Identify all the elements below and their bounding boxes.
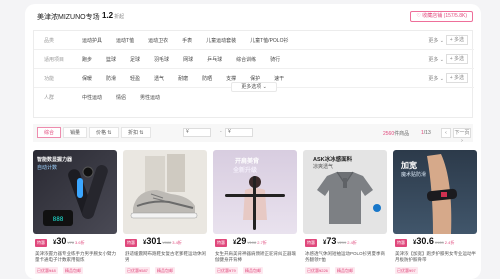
filter-option[interactable]: 骑行 <box>270 56 280 63</box>
shipping-badge: 精品包邮 <box>335 267 355 274</box>
filter-option[interactable]: 耐磨 <box>178 75 188 82</box>
filter-panel: 品类 运动护具 运动T恤 运动卫衣 手表 儿童运动套装 儿童T恤/POLO衫 更多 ⌄ +… <box>33 30 474 118</box>
savings-badge: 已优惠¥587 <box>125 267 150 274</box>
price-min-input[interactable]: ¥ <box>183 128 211 137</box>
more-button[interactable]: 更多 ⌄ <box>428 75 444 82</box>
sneaker-icon <box>130 154 198 219</box>
product-image[interactable]: 智能数显握力器 自动计数 888 <box>33 150 117 234</box>
product-title[interactable]: 舒适缓震网布跑鞋女复古老爹鞋运动休闲男 <box>125 251 207 263</box>
sort-price-button[interactable]: 价格 ⇅ <box>89 127 119 138</box>
product-card[interactable]: 开肩美背 全新升级 特惠 ¥29¥1082.7折 女生开肩美背神器肩颈矫正驼背纠… <box>213 150 297 279</box>
filter-option[interactable]: 运动卫衣 <box>148 37 168 44</box>
product-image[interactable]: 加宽 魔术贴防滑 <box>393 150 477 234</box>
posture-stick-icon <box>225 176 285 230</box>
filter-option[interactable]: 羽毛球 <box>154 56 169 63</box>
filter-row-sport: 适用项目 跑步 篮球 足球 羽毛球 网球 乒乓球 综合训练 骑行 更多 ⌄ + 多选 <box>34 50 474 69</box>
shipping-badge: 精品包邮 <box>243 267 263 274</box>
sort-sales-button[interactable]: 销量 <box>63 127 88 138</box>
sort-toolbar: 综合 销量 价格 ⇅ 折扣 ⇅ ¥ - ¥ 2560件商品 1/13 ‹ 下一页… <box>33 124 473 144</box>
product-price: ¥73¥2992.4折 <box>323 236 357 246</box>
filter-option[interactable]: 跑步 <box>82 56 92 63</box>
polo-shirt-icon <box>317 171 381 224</box>
result-count: 2560件商品 <box>383 131 410 137</box>
promo-tag: 特惠 <box>305 239 317 247</box>
savings-badge: 已优惠¥226 <box>305 267 330 274</box>
filter-option[interactable]: 轻盈 <box>130 75 140 82</box>
more-button[interactable]: 更多 ⌄ <box>428 56 444 63</box>
filter-option[interactable]: 网球 <box>183 56 193 63</box>
shipping-badge: 精品包邮 <box>155 267 175 274</box>
savings-badge: 已优惠¥97 <box>395 267 418 274</box>
product-title[interactable]: 女生开肩美背神器肩颈矫正驼背纠正器瑜伽健身开背棒 <box>215 251 297 263</box>
price-range-dash: - <box>220 129 222 135</box>
product-title[interactable]: 美津浓握力器专业练手力男手腕女小臂力量卡通电子计数家用锻炼 <box>35 251 117 263</box>
filter-option[interactable]: 男性运动 <box>140 94 160 101</box>
savings-badge: 已优惠¥79 <box>215 267 238 274</box>
filter-option[interactable]: 儿童T恤/POLO衫 <box>250 37 288 44</box>
favorite-store-button[interactable]: ♡ 收藏店铺 (157/5.8K) <box>410 11 473 22</box>
filter-option[interactable]: 乒乓球 <box>207 56 222 63</box>
filter-option[interactable]: 防滑 <box>106 75 116 82</box>
knee-strap-icon <box>426 154 458 234</box>
filter-option[interactable]: 综合训练 <box>236 56 256 63</box>
product-card[interactable]: 智能数显握力器 自动计数 888 特惠 ¥30¥783.6折 美津浓握力器专业练… <box>33 150 117 279</box>
product-price: ¥29¥1082.7折 <box>233 236 267 246</box>
filter-option[interactable]: 速干 <box>274 75 284 82</box>
promo-tag: 特惠 <box>125 239 137 247</box>
promo-tag: 特惠 <box>215 239 227 247</box>
filter-option[interactable]: 保暖 <box>82 75 92 82</box>
filter-option[interactable]: 足球 <box>130 56 140 63</box>
svg-text:888: 888 <box>53 216 64 223</box>
product-title[interactable]: 美津浓【加宽】跑步护膝男女专业运动半月板防护髌骨带 <box>395 251 477 263</box>
page-indicator: 1/13 <box>421 130 431 136</box>
more-button[interactable]: 更多 ⌄ <box>428 37 444 44</box>
product-card[interactable]: 特惠 ¥301¥8883.4折 舒适缓震网布跑鞋女复古老爹鞋运动休闲男 已优惠¥… <box>123 150 207 279</box>
filter-option[interactable]: 防晒 <box>202 75 212 82</box>
product-price: ¥30¥783.6折 <box>53 236 85 246</box>
shipping-badge: 精品包邮 <box>63 267 83 274</box>
more-options-button[interactable]: 更多选项 ⌄ <box>231 82 277 92</box>
filter-option[interactable]: 篮球 <box>106 56 116 63</box>
price-max-input[interactable]: ¥ <box>225 128 253 137</box>
promo-tag: 特惠 <box>35 239 47 247</box>
filter-option[interactable]: 保护 <box>250 75 260 82</box>
next-page-button[interactable]: 下一页 › <box>453 128 471 144</box>
product-price: ¥301¥8883.4折 <box>143 236 182 246</box>
prev-page-button[interactable]: ‹ <box>441 128 451 138</box>
filter-option[interactable]: 情侣 <box>116 94 126 101</box>
product-card[interactable]: ASK冰冰感面料 凉爽透气 特惠 ¥73¥2992.4折 冰感透气休闲短袖运动P… <box>303 150 387 279</box>
store-header: 美津浓MIZUNO专场 1.2折起 ♡ 收藏店铺 (157/5.8K) <box>25 4 481 28</box>
product-price: ¥30.6¥1282.4折 <box>413 236 455 246</box>
product-image[interactable]: ASK冰冰感面料 凉爽透气 <box>303 150 387 234</box>
store-name: 美津浓MIZUNO专场 <box>37 14 100 21</box>
multi-select-button[interactable]: + 多选 <box>445 54 468 64</box>
filter-option[interactable]: 儿童运动套装 <box>206 37 236 44</box>
filter-option[interactable]: 运动护具 <box>82 37 102 44</box>
product-title[interactable]: 冰感透气休闲短袖运动POLO衫男夏季商务翻领T恤 <box>305 251 387 263</box>
filter-option[interactable]: 运动T恤 <box>116 37 134 44</box>
sort-default-button[interactable]: 综合 <box>37 127 62 138</box>
store-page: 美津浓MIZUNO专场 1.2折起 ♡ 收藏店铺 (157/5.8K) 品类 运… <box>25 4 481 279</box>
product-image[interactable]: 开肩美背 全新升级 <box>213 150 297 234</box>
filter-option[interactable]: 透气 <box>154 75 164 82</box>
filter-row-category: 品类 运动护具 运动T恤 运动卫衣 手表 儿童运动套装 儿童T恤/POLO衫 更多 ⌄ +… <box>34 31 474 50</box>
filter-option[interactable]: 支撑 <box>226 75 236 82</box>
promo-tag: 特惠 <box>395 239 407 247</box>
multi-select-button[interactable]: + 多选 <box>445 35 468 45</box>
hand-gripper-icon: 888 <box>43 165 108 226</box>
multi-select-button[interactable]: + 多选 <box>445 73 468 83</box>
product-image[interactable] <box>123 150 207 234</box>
filter-option[interactable]: 中性运动 <box>82 94 102 101</box>
discount-score: 1.2折起 <box>102 11 125 20</box>
sort-discount-button[interactable]: 折扣 ⇅ <box>121 127 151 138</box>
filter-option[interactable]: 手表 <box>182 37 192 44</box>
savings-badge: 已优惠¥48 <box>35 267 58 274</box>
product-card[interactable]: 加宽 魔术贴防滑 特惠 ¥30.6¥1282.4折 美津浓【加宽】跑步护膝男女专… <box>393 150 477 279</box>
